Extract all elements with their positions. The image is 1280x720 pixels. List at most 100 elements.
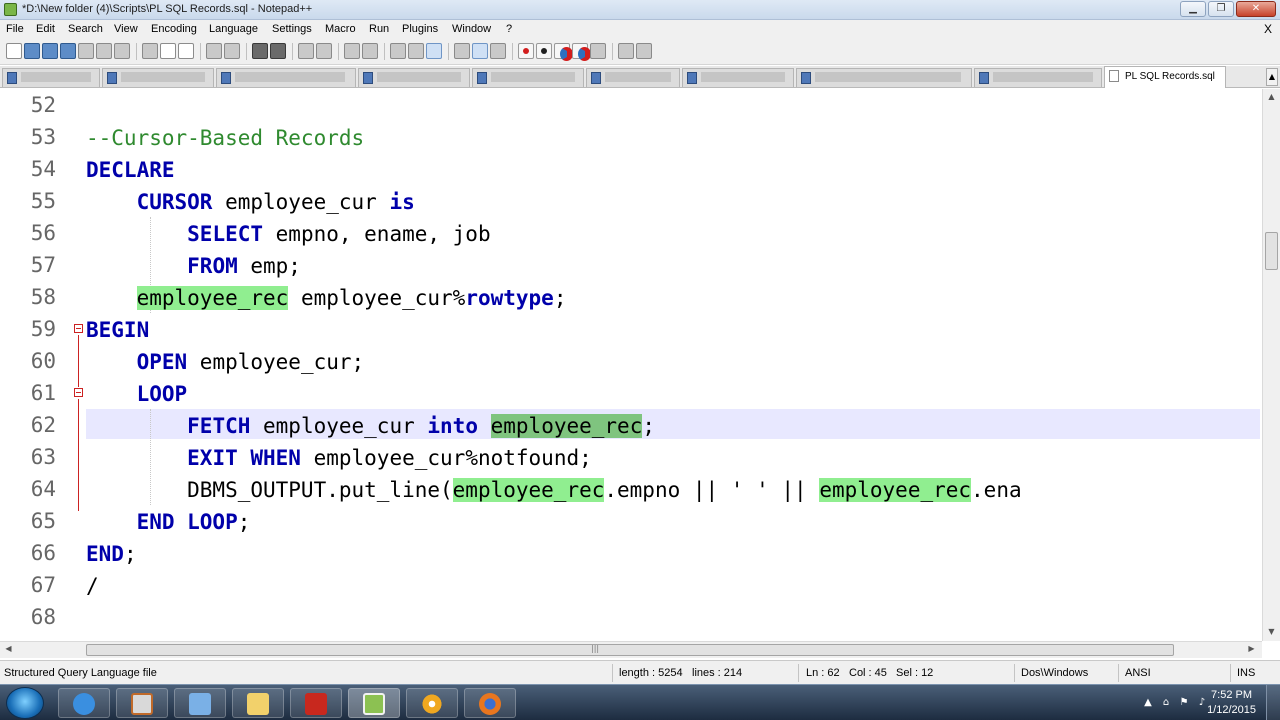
code-line[interactable]: FETCH employee_cur into employee_rec; [86, 413, 655, 439]
word-wrap-icon[interactable] [390, 43, 406, 59]
menu-search[interactable]: Search [68, 23, 103, 35]
redo-icon[interactable] [224, 43, 240, 59]
playback-macro-icon[interactable] [554, 43, 573, 61]
code-editor[interactable]: 52 53 --Cursor-Based Records 54 DECLARE 55 CU… [0, 89, 1262, 641]
file-tab[interactable] [796, 68, 972, 87]
horizontal-scroll-thumb[interactable]: ||| [86, 644, 1174, 656]
close-file-icon[interactable] [78, 43, 94, 59]
code-line[interactable]: DECLARE [86, 157, 175, 183]
save-macro-icon[interactable] [590, 43, 606, 59]
menu-settings[interactable]: Settings [272, 23, 312, 35]
line-ending: Dos\Windows [1021, 667, 1089, 679]
start-button[interactable] [6, 687, 44, 719]
run-macro-multiple-icon[interactable] [572, 43, 591, 61]
network-icon[interactable]: ⌂ [1160, 697, 1172, 709]
code-line[interactable]: OPEN employee_cur; [86, 349, 365, 375]
save-all-icon[interactable] [60, 43, 76, 59]
cut-icon[interactable] [142, 43, 158, 59]
menu-view[interactable]: View [114, 23, 138, 35]
new-file-icon[interactable] [6, 43, 22, 59]
sync-horizontal-icon[interactable] [362, 43, 378, 59]
menu-macro[interactable]: Macro [325, 23, 356, 35]
scroll-down-icon[interactable]: ▼ [1266, 627, 1277, 638]
code-line[interactable]: FROM emp; [86, 253, 301, 279]
paste-icon[interactable] [178, 43, 194, 59]
code-line[interactable]: CURSOR employee_cur is [86, 189, 415, 215]
plugin-icon[interactable] [618, 43, 634, 59]
close-button[interactable]: ✕ [1236, 1, 1276, 17]
file-tab[interactable] [682, 68, 794, 87]
code-line[interactable]: LOOP [86, 381, 188, 407]
document-map-icon[interactable] [490, 43, 506, 59]
zoom-in-icon[interactable] [298, 43, 314, 59]
scroll-left-icon[interactable]: ◀ [3, 644, 14, 655]
system-clock[interactable]: 7:52 PM 1/12/2015 [1207, 688, 1256, 718]
file-tab[interactable] [586, 68, 680, 87]
open-file-icon[interactable] [24, 43, 40, 59]
file-tab[interactable] [358, 68, 470, 87]
print-icon[interactable] [114, 43, 130, 59]
file-tab[interactable] [974, 68, 1102, 87]
code-line[interactable]: SELECT empno, ename, job [86, 221, 490, 247]
zoom-out-icon[interactable] [316, 43, 332, 59]
plugin-app-taskbar-button[interactable] [406, 688, 458, 718]
menu-edit[interactable]: Edit [36, 23, 55, 35]
save-icon[interactable] [42, 43, 58, 59]
media-player-taskbar-button[interactable] [116, 688, 168, 718]
function-list-icon[interactable] [472, 43, 488, 59]
indent-guide-icon[interactable] [426, 43, 442, 59]
flag-icon[interactable]: ⚑ [1178, 697, 1190, 709]
file-explorer-taskbar-button[interactable] [174, 688, 226, 718]
internet-explorer-taskbar-button[interactable] [58, 688, 110, 718]
file-tab[interactable] [216, 68, 356, 87]
menu-language[interactable]: Language [209, 23, 258, 35]
show-all-characters-icon[interactable] [408, 43, 424, 59]
spell-check-icon[interactable] [636, 43, 652, 59]
pdf-reader-taskbar-button[interactable] [290, 688, 342, 718]
copy-icon[interactable] [160, 43, 176, 59]
menu-help[interactable]: ? [506, 23, 512, 35]
find-icon[interactable] [252, 43, 268, 59]
folder-taskbar-button[interactable] [232, 688, 284, 718]
file-tab[interactable] [102, 68, 214, 87]
replace-icon[interactable] [270, 43, 286, 59]
scroll-up-icon[interactable]: ▲ [1266, 92, 1277, 103]
show-desktop-button[interactable] [1266, 685, 1280, 720]
tab-pl-sql-records[interactable]: PL SQL Records.sql [1104, 66, 1226, 88]
minimize-button[interactable]: ▁ [1180, 1, 1206, 17]
code-line[interactable]: employee_rec employee_cur%rowtype; [86, 285, 566, 311]
menu-run[interactable]: Run [369, 23, 389, 35]
firefox-taskbar-button[interactable] [464, 688, 516, 718]
undo-icon[interactable] [206, 43, 222, 59]
file-tab[interactable] [472, 68, 584, 87]
close-document-button[interactable]: X [1264, 22, 1272, 36]
selection-length: Sel : 12 [896, 667, 934, 679]
file-tab[interactable] [2, 68, 100, 87]
tab-scroll-arrow-icon[interactable]: ▲ [1266, 68, 1278, 86]
code-line[interactable]: BEGIN [86, 317, 149, 343]
code-line[interactable]: END LOOP; [86, 509, 251, 535]
user-language-icon[interactable] [454, 43, 470, 59]
menu-window[interactable]: Window [452, 23, 491, 35]
close-all-icon[interactable] [96, 43, 112, 59]
code-line[interactable]: END; [86, 541, 137, 567]
code-line[interactable]: / [86, 573, 99, 599]
sync-vertical-icon[interactable] [344, 43, 360, 59]
menu-file[interactable]: File [6, 23, 24, 35]
vertical-scroll-thumb[interactable] [1265, 232, 1278, 270]
fold-collapse-icon[interactable] [74, 388, 83, 397]
menu-encoding[interactable]: Encoding [151, 23, 197, 35]
scroll-right-icon[interactable]: ▶ [1246, 644, 1257, 655]
stop-recording-icon[interactable] [536, 43, 552, 59]
code-line[interactable]: DBMS_OUTPUT.put_line(employee_rec.empno … [86, 477, 1022, 503]
maximize-button[interactable]: ❐ [1208, 1, 1234, 17]
record-macro-icon[interactable] [518, 43, 534, 59]
menu-plugins[interactable]: Plugins [402, 23, 438, 35]
show-hidden-icons-icon[interactable]: ▲ [1142, 697, 1154, 709]
notepad-plus-plus-taskbar-button[interactable] [348, 688, 400, 718]
horizontal-scrollbar[interactable]: ◀ ||| ▶ [0, 641, 1262, 658]
code-line[interactable]: EXIT WHEN employee_cur%notfound; [86, 445, 592, 471]
fold-collapse-icon[interactable] [74, 324, 83, 333]
code-line[interactable]: --Cursor-Based Records [86, 125, 364, 151]
vertical-scrollbar[interactable]: ▲ ▼ [1262, 89, 1280, 641]
